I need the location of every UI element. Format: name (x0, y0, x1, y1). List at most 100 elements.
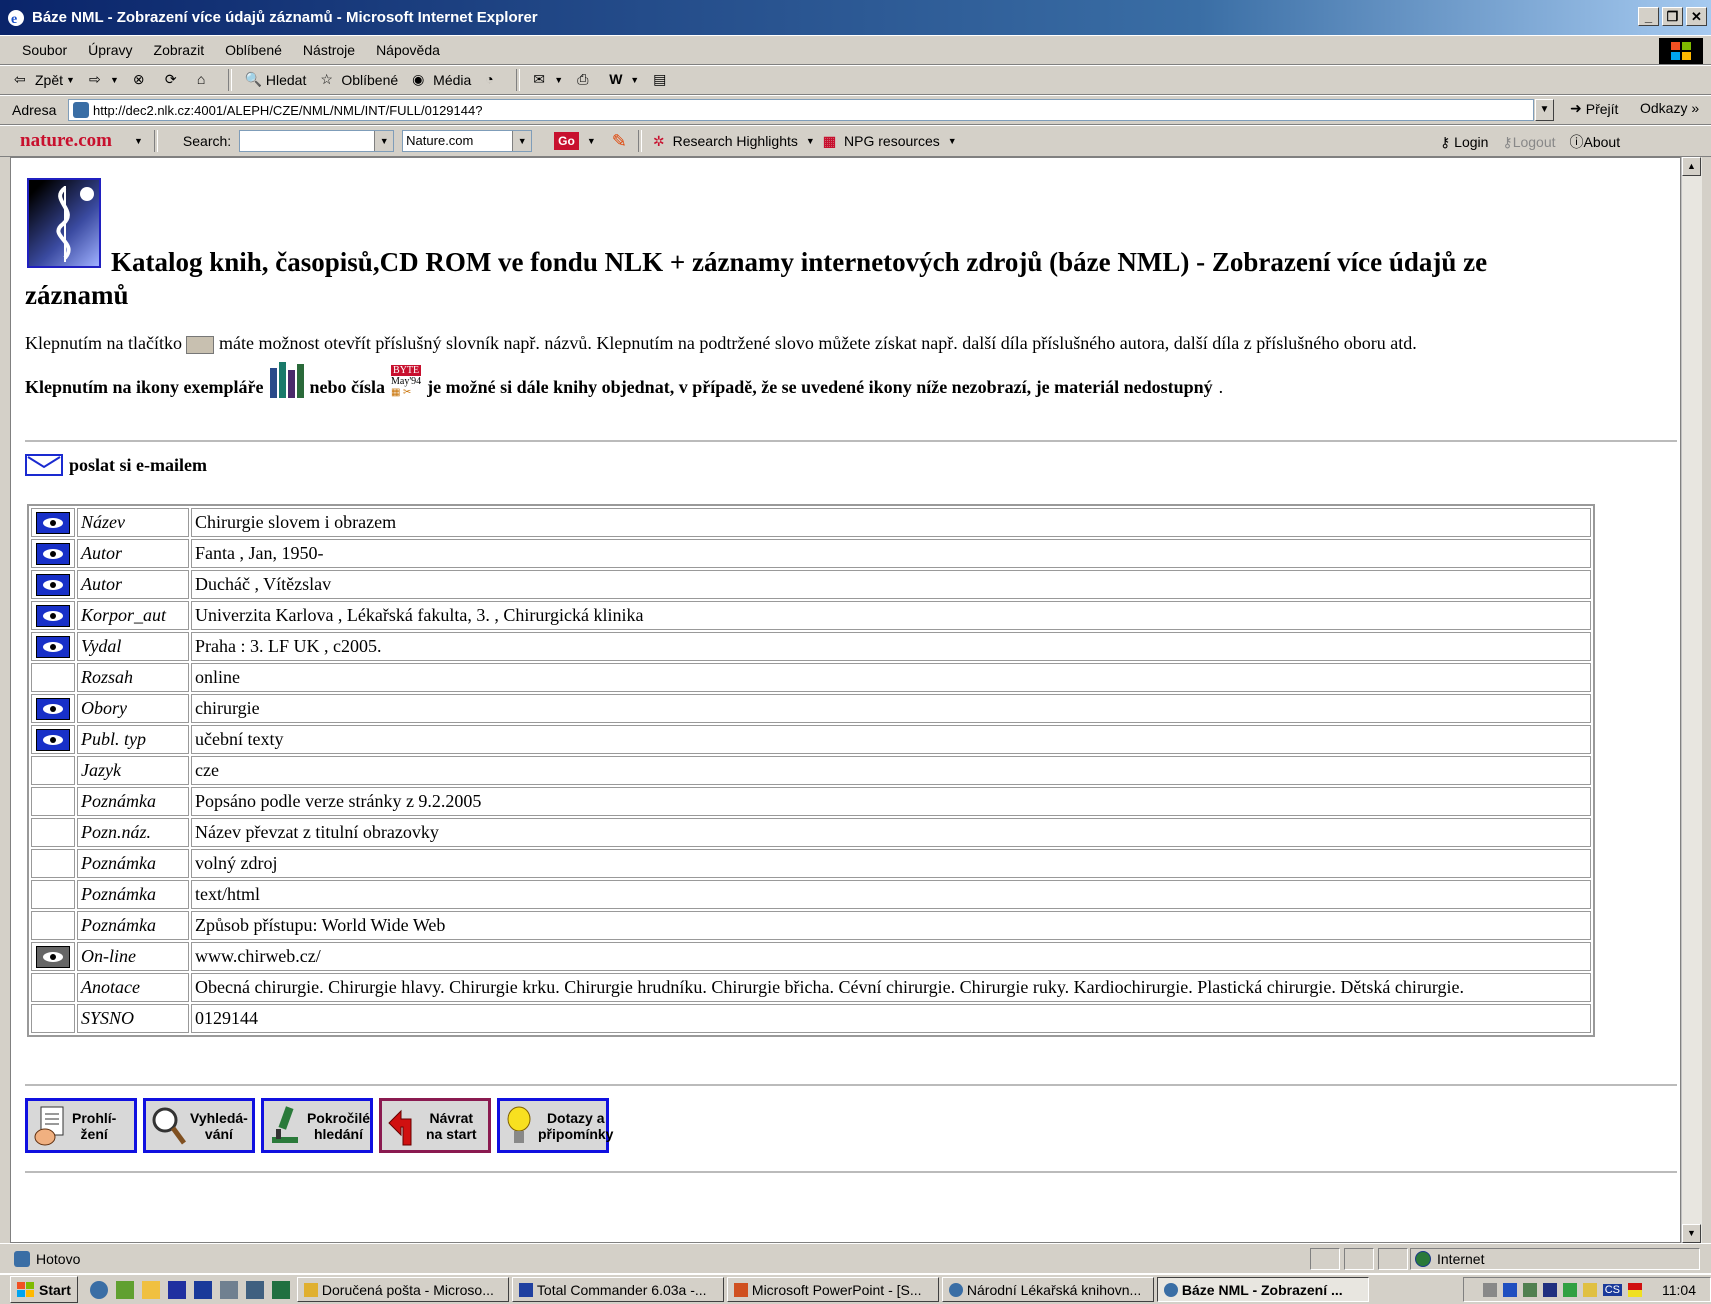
speaker-icon[interactable] (1482, 1282, 1497, 1297)
task-outlook[interactable]: Doručená pošta - Microso... (296, 1277, 509, 1302)
highlighter-icon[interactable]: ✎ (612, 131, 627, 152)
scroll-up-button[interactable]: ▲ (1682, 157, 1701, 176)
language-indicator[interactable]: CS (1602, 1283, 1622, 1296)
address-dropdown[interactable]: ▼ (1535, 99, 1554, 121)
menu-file[interactable]: Soubor (22, 42, 67, 58)
field-value[interactable]: Chirurgie slovem i obrazem (191, 508, 1591, 537)
chevron-down-icon[interactable]: ▼ (948, 136, 957, 146)
field-value[interactable]: chirurgie (191, 694, 1591, 723)
field-value[interactable]: Praha : 3. LF UK , c2005. (191, 632, 1591, 661)
chevron-down-icon[interactable]: ▼ (587, 136, 596, 146)
chevron-down-icon[interactable]: ▼ (512, 131, 532, 151)
email-link[interactable]: poslat si e-mailem (25, 454, 207, 476)
chevron-down-icon[interactable]: ▼ (630, 75, 639, 85)
field-value[interactable]: www.chirweb.cz/ (191, 942, 1591, 971)
app-icon[interactable] (115, 1280, 134, 1299)
links-button[interactable]: Odkazy » (1640, 100, 1699, 116)
network-icon[interactable] (1522, 1282, 1537, 1297)
excel-icon[interactable] (271, 1280, 290, 1299)
scroll-down-button[interactable]: ▼ (1682, 1224, 1701, 1243)
questions-button[interactable]: Dotazy a připomínky (497, 1098, 613, 1153)
eye-icon[interactable] (36, 728, 70, 751)
window-title-bar[interactable]: e Báze NML - Zobrazení více údajů záznam… (0, 0, 1711, 35)
eye-icon[interactable] (36, 573, 70, 596)
disk-icon[interactable] (1542, 1282, 1557, 1297)
home-button[interactable]: ⌂ (193, 71, 219, 89)
nature-logo[interactable]: nature.com (20, 130, 112, 152)
task-powerpoint[interactable]: Microsoft PowerPoint - [S... (726, 1277, 939, 1302)
advanced-search-button[interactable]: Pokročilé hledání (261, 1098, 373, 1153)
task-total-commander[interactable]: Total Commander 6.03a -... (511, 1277, 724, 1302)
chevron-down-icon[interactable]: ▼ (374, 131, 394, 151)
print-button[interactable]: ⎙ (573, 71, 599, 89)
flag-icon[interactable] (1628, 1282, 1642, 1297)
field-value[interactable]: Univerzita Karlova , Lékařská fakulta, 3… (191, 601, 1591, 630)
chevron-down-icon[interactable]: ▼ (110, 75, 119, 85)
browse-button[interactable]: Prohlí-žení (25, 1098, 137, 1153)
close-button[interactable]: ✕ (1686, 7, 1707, 26)
field-value[interactable]: učební texty (191, 725, 1591, 754)
eye-icon[interactable] (36, 945, 70, 968)
menu-view[interactable]: Zobrazit (154, 42, 205, 58)
minimize-button[interactable]: _ (1638, 7, 1659, 26)
app-icon[interactable] (1562, 1282, 1577, 1297)
eye-icon[interactable] (36, 697, 70, 720)
logout-icon: ⚷ (1502, 133, 1513, 150)
eye-icon[interactable] (36, 604, 70, 627)
eye-icon[interactable] (36, 635, 70, 658)
back-button[interactable]: ⇦ Zpět ▼ (10, 71, 79, 89)
logout-button[interactable]: ⚷Logout (1502, 134, 1555, 151)
field-value[interactable]: Fanta , Jan, 1950- (191, 539, 1591, 568)
chevron-down-icon[interactable]: ▼ (806, 136, 815, 146)
return-to-start-button[interactable]: Návrat na start (379, 1098, 491, 1153)
search-nav-button[interactable]: Vyhledá-vání (143, 1098, 255, 1153)
go-button[interactable]: Go (554, 132, 579, 150)
user-icon[interactable] (1582, 1282, 1597, 1297)
login-button[interactable]: ⚷ Login (1440, 134, 1488, 151)
antivirus-icon[interactable] (1502, 1282, 1517, 1297)
eye-icon[interactable] (36, 542, 70, 565)
research-highlights-menu[interactable]: Research Highlights (673, 133, 798, 149)
ie-icon[interactable] (89, 1280, 108, 1299)
system-tray: CS 11:04 (1463, 1277, 1711, 1302)
word-icon[interactable] (193, 1280, 212, 1299)
field-value[interactable]: Ducháč , Vítězslav (191, 570, 1591, 599)
menu-tools[interactable]: Nástroje (303, 42, 355, 58)
row-icon-cell (31, 973, 75, 1002)
history-button[interactable]: ◔ (481, 71, 507, 89)
computer-icon[interactable] (219, 1280, 238, 1299)
discuss-button[interactable]: ▤ (649, 71, 675, 89)
menu-favorites[interactable]: Oblíbené (225, 42, 282, 58)
task-baze-nml[interactable]: Báze NML - Zobrazení ... (1156, 1277, 1369, 1302)
row-icon-cell (31, 787, 75, 816)
chevron-down-icon[interactable]: ▼ (66, 75, 75, 85)
start-button[interactable]: Start (10, 1276, 78, 1303)
chevron-down-icon[interactable]: ▼ (134, 136, 143, 146)
search-button[interactable]: 🔍 Hledat (241, 71, 310, 89)
word-button[interactable]: W ▼ (605, 71, 643, 89)
chevron-down-icon[interactable]: ▼ (554, 75, 563, 85)
npg-resources-menu[interactable]: NPG resources (844, 133, 940, 149)
refresh-button[interactable]: ⟳ (161, 71, 187, 89)
address-input[interactable]: http://dec2.nlk.cz:4001/ALEPH/CZE/NML/NM… (68, 99, 1534, 121)
mail-button[interactable]: ✉ ▼ (529, 71, 567, 89)
ie-icon: e (8, 9, 24, 27)
ie-icon (1163, 1282, 1178, 1297)
media-button[interactable]: ◉ Média (408, 71, 475, 89)
vertical-scrollbar[interactable]: ▲ ▼ (1681, 157, 1702, 1243)
go-button[interactable]: ➜ Přejít (1570, 100, 1618, 117)
nature-search-input[interactable]: ▼ (239, 130, 395, 152)
menu-help[interactable]: Nápověda (376, 42, 440, 58)
about-button[interactable]: ⓘAbout (1570, 132, 1621, 152)
favorites-button[interactable]: ☆ Oblíbené (316, 71, 402, 89)
calculator-icon[interactable] (245, 1280, 264, 1299)
notepad-icon[interactable] (141, 1280, 160, 1299)
forward-button[interactable]: ⇨ ▼ (85, 71, 123, 89)
save-icon[interactable] (167, 1280, 186, 1299)
scope-select[interactable]: Nature.com ▼ (402, 130, 533, 152)
stop-button[interactable]: ⊗ (129, 71, 155, 89)
eye-icon[interactable] (36, 511, 70, 534)
task-nlk[interactable]: Národní Lékařská knihovn... (941, 1277, 1154, 1302)
menu-edit[interactable]: Úpravy (88, 42, 132, 58)
restore-button[interactable]: ❐ (1662, 7, 1683, 26)
